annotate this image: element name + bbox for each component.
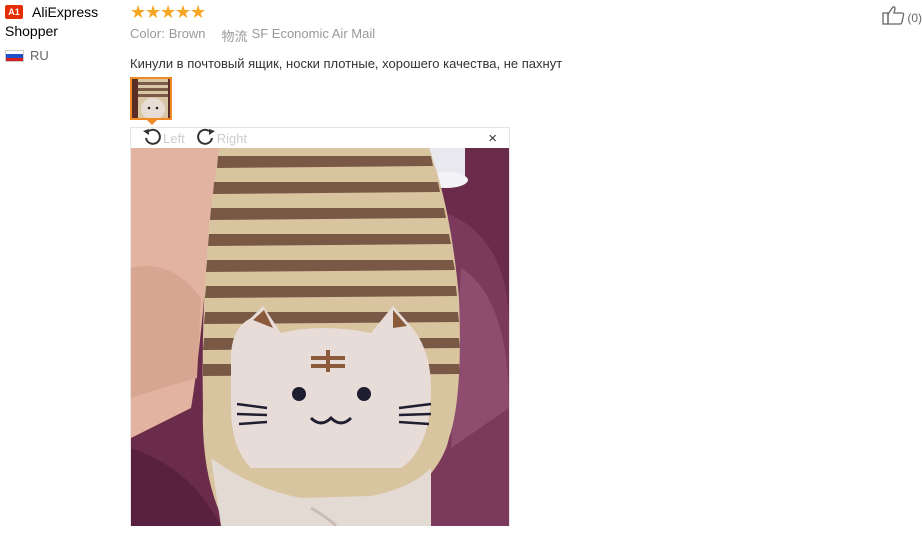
- star-rating: ★ ★ ★ ★ ★: [130, 0, 830, 22]
- viewer-toolbar: Left Right ×: [131, 128, 509, 148]
- review-photo: [131, 148, 509, 526]
- rotate-right-button[interactable]: Right: [195, 127, 247, 150]
- photo-viewer: Left Right ×: [130, 127, 510, 526]
- color-value: Brown: [168, 26, 206, 41]
- rotate-right-icon: [195, 127, 217, 150]
- logistics-label: 物流: [221, 29, 248, 44]
- thumbs-up-icon[interactable]: [882, 5, 906, 30]
- thumbnail-pointer: [146, 119, 158, 125]
- star-icon: ★: [130, 2, 147, 22]
- helpful-count: (0): [907, 10, 922, 25]
- russia-flag-icon: [5, 49, 24, 62]
- reviewer-info: A1 AliExpress Shopper RU: [5, 3, 125, 63]
- rotate-left-label: Left: [163, 130, 185, 146]
- star-icon: ★: [145, 2, 162, 22]
- rotate-left-button[interactable]: Left: [141, 127, 185, 150]
- review-text: Кинули в почтовый ящик, носки плотные, х…: [130, 56, 563, 71]
- star-icon: ★: [190, 2, 207, 22]
- country-code: RU: [30, 48, 49, 63]
- review-item: A1 AliExpress Shopper RU ★ ★ ★ ★ ★ Color…: [0, 0, 922, 533]
- reviewer-country: RU: [5, 48, 125, 63]
- review-photo-thumbnail[interactable]: [130, 77, 172, 120]
- sock-photo-image: [131, 148, 509, 526]
- star-icon: ★: [160, 2, 177, 22]
- reviewer-name-line2: Shopper: [5, 23, 58, 39]
- rotate-left-icon: [141, 127, 163, 150]
- logistics-value: SF Economic Air Mail: [251, 26, 376, 41]
- review-content: ★ ★ ★ ★ ★ Color: Brown 物流 SF Economic Ai…: [130, 0, 830, 526]
- rotate-right-label: Right: [216, 130, 248, 146]
- helpful-vote[interactable]: (0): [882, 5, 922, 30]
- order-info: Color: Brown 物流 SF Economic Air Mail: [130, 26, 830, 45]
- star-icon: ★: [175, 2, 192, 22]
- color-label: Color:: [130, 26, 165, 41]
- reviewer-name: AliExpress: [32, 4, 99, 20]
- close-viewer-button[interactable]: ×: [488, 131, 497, 146]
- reviewer-name-row: A1 AliExpress: [5, 3, 125, 21]
- level-badge: A1: [5, 5, 23, 19]
